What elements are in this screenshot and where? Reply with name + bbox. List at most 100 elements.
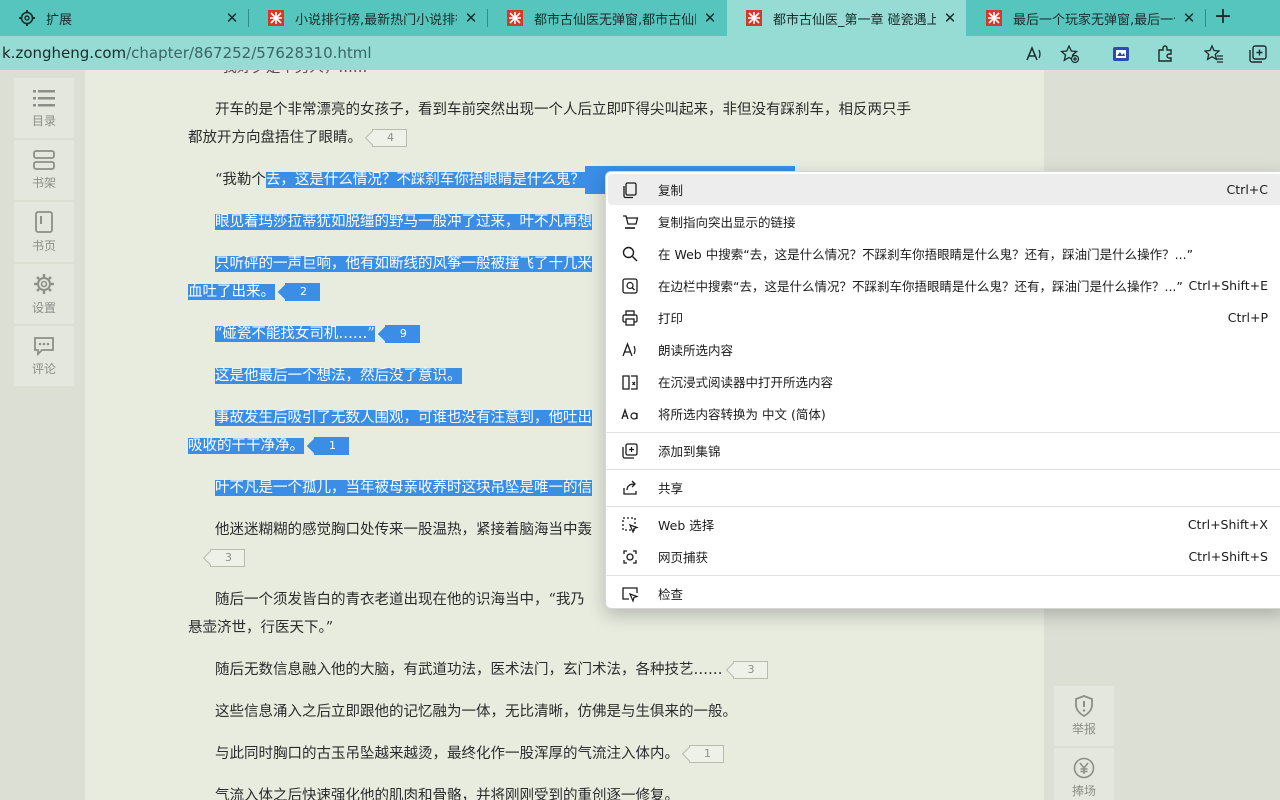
nav-label: 书页	[31, 238, 56, 253]
selected-text: “碰瓷不能找女司机……”	[215, 326, 375, 342]
gear-icon	[34, 273, 54, 294]
context-menu: 复制 Ctrl+C 复制指向突出显示的链接 在 Web 中搜索“去，这是什么情况…	[605, 171, 1280, 609]
comment-count-badge[interactable]: 1	[314, 437, 349, 455]
menu-item-inspect[interactable]: 检查	[608, 578, 1280, 609]
menu-item-web-search[interactable]: 在 Web 中搜索“去，这是什么情况？不踩刹车你捂眼睛是什么鬼？还有，踩油门是什…	[608, 238, 1280, 269]
menu-item-shortcut: Ctrl+P	[1227, 310, 1268, 325]
menu-item-label: 将所选内容转换为 中文 (简体)	[658, 407, 826, 422]
collections-icon[interactable]	[1248, 44, 1268, 64]
menu-separator	[606, 432, 1280, 433]
extensions-icon[interactable]	[1155, 44, 1175, 64]
address-bar[interactable]: k.zongheng.com/chapter/867252/57628310.h…	[0, 38, 1094, 68]
tab-title: 最后一个玩家无弹窗,最后一个玩家	[1013, 12, 1175, 28]
paragraph: 开车的是个非常漂亮的女孩子，看到车前突然出现一个人后立即吓得尖叫起来，非但没有踩…	[188, 96, 948, 152]
paragraph-line: 开车的是个非常漂亮的女孩子，看到车前突然出现一个人后立即吓得尖叫起来，非但没有踩…	[215, 102, 911, 118]
menu-item-share[interactable]: 共享	[608, 472, 1280, 503]
close-icon[interactable]: ✕	[702, 9, 718, 27]
zongheng-icon	[506, 9, 524, 27]
nav-catalog-button[interactable]: 目录	[14, 78, 74, 138]
list-icon	[33, 89, 55, 106]
copy-icon	[620, 180, 640, 200]
zongheng-icon	[267, 9, 285, 27]
gear-icon	[18, 9, 36, 27]
extension-app-icon[interactable]	[1111, 44, 1131, 64]
comment-count-badge[interactable]: 3	[732, 661, 768, 679]
selected-text: 这是他最后一个想法，然后没了意识。	[215, 368, 462, 384]
nav-label: 评论	[31, 361, 56, 376]
nav-label: 目录	[31, 113, 56, 128]
tab-title: 都市古仙医无弹窗,都市古仙医最新	[534, 12, 696, 28]
menu-item-label: 在沉浸式阅读器中打开所选内容	[658, 375, 834, 390]
paragraph-text: 与此同时胸口的古玉吊坠越来越烫，最终化作一股浑厚的气流注入体内。	[215, 746, 679, 762]
new-tab-button[interactable]: +	[1211, 6, 1235, 30]
selected-text: 事故发生后吸引了无数人围观，可谁也没有注意到，他吐出	[215, 410, 592, 426]
tab-title: 小说排行榜,最新热门小说排行榜	[295, 12, 457, 28]
shield-icon	[1075, 695, 1093, 717]
close-icon[interactable]: ✕	[942, 9, 958, 27]
translate-icon	[620, 404, 640, 424]
menu-item-label: 在 Web 中搜索“去，这是什么情况？不踩刹车你捂眼睛是什么鬼？还有，踩油门是什…	[658, 247, 1194, 262]
link-highlight-icon	[620, 212, 640, 232]
menu-item-immersive-reader[interactable]: 在沉浸式阅读器中打开所选内容	[608, 366, 1280, 397]
left-toolbar: 目录 书架 书页 设置 评论	[14, 78, 74, 388]
menu-item-label: Web 选择	[658, 518, 715, 533]
nav-settings-button[interactable]: 设置	[14, 264, 74, 324]
selected-text: 眼见着玛莎拉蒂犹如脱缰的野马一般冲了过来，叶不凡再想	[215, 214, 592, 230]
nav-bookshelf-button[interactable]: 书架	[14, 140, 74, 200]
tab-title: 扩展	[46, 12, 73, 28]
support-button[interactable]: 捧场	[1054, 748, 1114, 800]
tab-extensions[interactable]: 扩展 ✕	[0, 0, 248, 36]
menu-item-web-select[interactable]: Web 选择 Ctrl+Shift+X	[608, 509, 1280, 540]
close-icon[interactable]: ✕	[463, 9, 479, 27]
paragraph-line: 这些信息涌入之后立即跟他的记忆融为一体，无比清晰，仿佛是与生俱来的一般。	[215, 704, 737, 720]
comment-count-badge[interactable]: 2	[285, 283, 320, 301]
tab-title: 都市古仙医_第一章 碰瓷遇上女司机	[773, 12, 936, 28]
menu-item-shortcut: Ctrl+Shift+E	[1188, 278, 1269, 293]
menu-item-translate[interactable]: 将所选内容转换为 中文 (简体)	[608, 398, 1280, 429]
menu-item-label: 复制指向突出显示的链接	[658, 215, 796, 230]
comment-count-badge[interactable]: 1	[689, 745, 724, 763]
url-text: k.zongheng.com/chapter/867252/57628310.h…	[0, 44, 372, 62]
zongheng-icon	[985, 9, 1003, 27]
sidebar-search-icon	[620, 276, 640, 296]
selected-text: 吸收的干干净净。	[188, 438, 304, 454]
tab-last-player[interactable]: 最后一个玩家无弹窗,最后一个玩家 ✕	[967, 0, 1205, 36]
menu-item-label: 共享	[658, 481, 684, 496]
web-select-icon	[620, 515, 640, 535]
tab-novel-ranking[interactable]: 小说排行榜,最新热门小说排行榜 ✕	[249, 0, 487, 36]
paragraph-line: 与此同时胸口的古玉吊坠越来越烫，最终化作一股浑厚的气流注入体内。 1	[188, 740, 948, 768]
report-button[interactable]: 举报	[1054, 686, 1114, 746]
menu-item-add-to-collections[interactable]: 添加到集锦	[608, 435, 1280, 466]
yen-icon	[1073, 757, 1095, 779]
read-aloud-icon[interactable]	[1024, 44, 1044, 64]
tab-dushi-guxianyi[interactable]: 都市古仙医无弹窗,都市古仙医最新 ✕	[488, 0, 726, 36]
paragraph: “我好歹是个男人，……”	[215, 70, 975, 82]
comment-count-badge[interactable]: 9	[384, 325, 420, 343]
close-icon[interactable]: ✕	[224, 9, 240, 27]
menu-item-shortcut: Ctrl+C	[1226, 182, 1268, 197]
close-icon[interactable]: ✕	[1181, 9, 1197, 27]
nav-comment-button[interactable]: 评论	[14, 326, 74, 386]
immersive-reader-icon	[620, 372, 640, 392]
comment-count-badge[interactable]: 4	[372, 129, 407, 147]
menu-item-sidebar-search[interactable]: 在边栏中搜索“去，这是什么情况？不踩刹车你捂眼睛是什么鬼？还有，踩油门是什么操作…	[608, 270, 1280, 301]
add-favorite-icon[interactable]	[1060, 44, 1080, 64]
nav-label: 设置	[31, 300, 56, 315]
menu-item-copy-highlight-link[interactable]: 复制指向突出显示的链接	[608, 206, 1280, 237]
tab-chapter-one[interactable]: 都市古仙医_第一章 碰瓷遇上女司机 ✕	[727, 0, 966, 36]
menu-item-web-capture[interactable]: 网页捕获 Ctrl+Shift+S	[608, 541, 1280, 572]
menu-item-label: 在边栏中搜索“去，这是什么情况？不踩刹车你捂眼睛是什么鬼？还有，踩油门是什么操作…	[658, 279, 1183, 294]
toolbar: k.zongheng.com/chapter/867252/57628310.h…	[0, 36, 1280, 70]
paragraph-line: 悬壶济世，行医天下。”	[188, 620, 334, 636]
url-host: k.zongheng.com	[2, 44, 127, 62]
nav-bookpage-button[interactable]: 书页	[14, 202, 74, 262]
paragraph-line: 都放开方向盘捂住了眼睛。 4	[188, 124, 948, 152]
comment-count-badge[interactable]: 3	[210, 549, 245, 567]
menu-item-print[interactable]: 打印 Ctrl+P	[608, 302, 1280, 333]
paragraph: 这些信息涌入之后立即跟他的记忆融为一体，无比清晰，仿佛是与生俱来的一般。	[188, 698, 948, 726]
menu-item-read-aloud[interactable]: 朗读所选内容	[608, 334, 1280, 365]
menu-item-copy[interactable]: 复制 Ctrl+C	[608, 174, 1280, 205]
web-capture-icon	[620, 547, 640, 567]
favorites-icon[interactable]	[1204, 44, 1224, 64]
share-icon	[620, 478, 640, 498]
